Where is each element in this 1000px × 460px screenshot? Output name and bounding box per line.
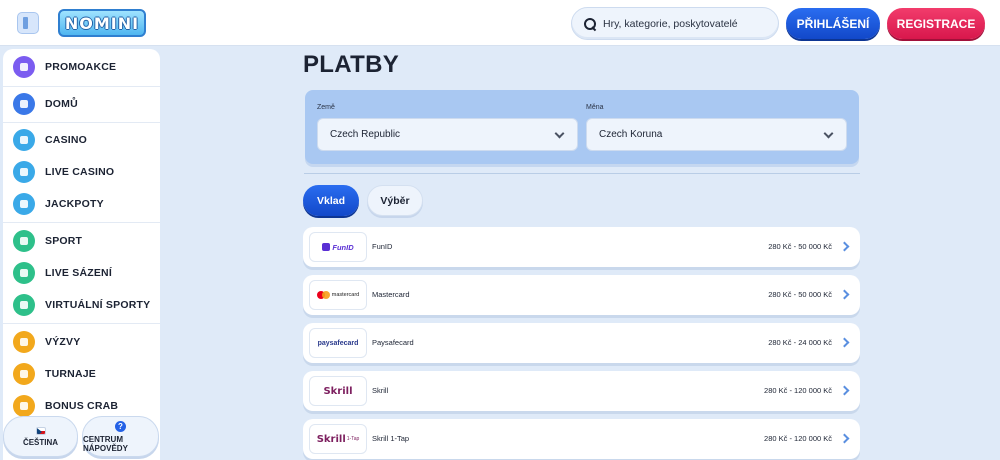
sidebar-item-label: BONUS CRAB [45,400,119,412]
sidebar-item-virtualni-sporty[interactable]: VIRTUÁLNÍ SPORTY [3,290,160,320]
target-icon [13,331,35,353]
mastercard-orange-circle-icon [321,291,330,299]
ball-icon [13,230,35,252]
payment-method-name: Skrill [372,386,389,395]
sidebar-item-label: JACKPOTY [45,198,104,210]
payment-method-row[interactable]: mastercard Mastercard 280 Kč - 50 000 Kč [303,275,860,315]
help-icon: ? [115,420,126,432]
funid-logo-text: FunID [332,242,354,252]
crab-icon [13,395,35,417]
brand-logo[interactable]: NOMINI [58,9,146,37]
payment-method-row[interactable]: Skrill Skrill 280 Kč - 120 000 Kč [303,371,860,411]
chevron-down-icon [823,128,834,139]
sidebar-item-label: VIRTUÁLNÍ SPORTY [45,299,151,311]
paysafecard-logo: paysafecard [309,328,367,358]
cherries-icon [13,129,35,151]
sidebar-item-label: VÝZVY [45,336,81,348]
paysafecard-logo-text: paysafecard [317,339,359,347]
sidebar-divider [3,222,160,223]
payment-method-range: 280 Kč - 24 000 Kč [768,338,832,347]
monitor-icon [13,294,35,316]
mastercard-logo: mastercard [309,280,367,310]
country-value: Czech Republic [330,129,401,140]
payment-method-row[interactable]: paysafecard Paysafecard 280 Kč - 24 000 … [303,323,860,363]
home-icon [13,93,35,115]
logo-text: NOMINI [64,13,140,33]
currency-label: Měna [586,104,604,111]
top-header: NOMINI PŘIHLÁŠENÍ REGISTRACE [0,0,1000,46]
search-box[interactable] [571,7,779,40]
chevron-right-icon [839,241,850,252]
tab-deposit[interactable]: Vklad [303,185,359,216]
skrill-1tap-logo: Skrill 1-Tap [309,424,367,454]
sidebar-divider [3,323,160,324]
sidebar-item-promoakce[interactable]: PROMOAKCE [3,52,160,82]
chevron-right-icon [839,337,850,348]
chevron-down-icon [554,128,565,139]
sidebar-item-label: LIVE SÁZENÍ [45,267,112,279]
sidebar-item-casino[interactable]: CASINO [3,125,160,155]
payment-filters: Země Czech Republic Měna Czech Koruna [305,90,859,164]
currency-select[interactable]: Czech Koruna [586,118,847,151]
sidebar-item-live-sazeni[interactable]: LIVE SÁZENÍ [3,258,160,288]
section-divider [304,173,860,174]
payment-method-range: 280 Kč - 50 000 Kč [768,290,832,299]
sidebar-toggle-icon[interactable] [17,12,39,34]
skrill-1tap-logo-sub: 1-Tap [346,436,360,442]
jackpot-icon [13,193,35,215]
trophy-icon [13,363,35,385]
login-button[interactable]: PŘIHLÁŠENÍ [786,8,880,39]
payment-method-row[interactable]: Skrill 1-Tap Skrill 1-Tap 280 Kč - 120 0… [303,419,860,459]
sidebar-item-domu[interactable]: DOMŮ [3,89,160,119]
sidebar-item-live-casino[interactable]: LIVE CASINO [3,157,160,187]
payment-method-row[interactable]: FunID FunID 280 Kč - 50 000 Kč [303,227,860,267]
live-tv-icon [13,262,35,284]
search-input[interactable] [603,17,773,30]
czech-flag-icon [35,426,46,435]
mastercard-logo-text: mastercard [331,292,360,298]
sidebar-divider [3,86,160,87]
payment-method-name: Paysafecard [372,338,414,347]
payment-method-name: Skrill 1-Tap [372,434,410,443]
currency-value: Czech Koruna [599,129,663,140]
country-label: Země [317,104,335,111]
payment-method-range: 280 Kč - 50 000 Kč [768,242,832,251]
search-icon [584,17,596,30]
language-label: ČEŠTINA [22,437,59,447]
payment-method-range: 280 Kč - 120 000 Kč [764,434,832,443]
chevron-right-icon [839,289,850,300]
sidebar-item-label: DOMŮ [45,98,78,110]
skrill-1tap-logo-text: Skrill [316,433,346,445]
page-title: PLATBY [303,51,400,78]
help-center-label: CENTRUM NÁPOVĚDY [83,434,128,453]
funid-logo: FunID [309,232,367,262]
sidebar-item-sport[interactable]: SPORT [3,226,160,256]
tab-withdraw[interactable]: Výběr [367,185,423,216]
register-button[interactable]: REGISTRACE [887,8,985,39]
sidebar-item-label: TURNAJE [45,368,96,380]
sidebar-item-label: SPORT [45,235,83,247]
funid-mark-icon [322,243,331,251]
sidebar-item-jackpoty[interactable]: JACKPOTY [3,189,160,219]
skrill-logo-text: Skrill [323,385,353,397]
skrill-logo: Skrill [309,376,367,406]
cards-icon [13,161,35,183]
payment-method-range: 280 Kč - 120 000 Kč [764,386,832,395]
payment-method-name: FunID [372,242,393,251]
country-select[interactable]: Czech Republic [317,118,578,151]
payment-method-name: Mastercard [372,290,410,299]
chevron-right-icon [839,433,850,444]
sidebar-item-vyzvy[interactable]: VÝZVY [3,327,160,357]
sidebar-item-label: PROMOAKCE [45,61,117,73]
sidebar-item-label: LIVE CASINO [45,166,115,178]
gift-icon [13,56,35,78]
language-button[interactable]: ČEŠTINA [3,416,78,457]
help-center-button[interactable]: ? CENTRUM NÁPOVĚDY [82,416,159,457]
sidebar-divider [3,122,160,123]
chevron-right-icon [839,385,850,396]
sidebar-item-turnaje[interactable]: TURNAJE [3,359,160,389]
sidebar-footer: ČEŠTINA ? CENTRUM NÁPOVĚDY [0,416,165,460]
sidebar-item-label: CASINO [45,134,88,146]
sidebar: PROMOAKCE DOMŮ CASINO LIVE CASINO JACKPO… [3,49,160,460]
